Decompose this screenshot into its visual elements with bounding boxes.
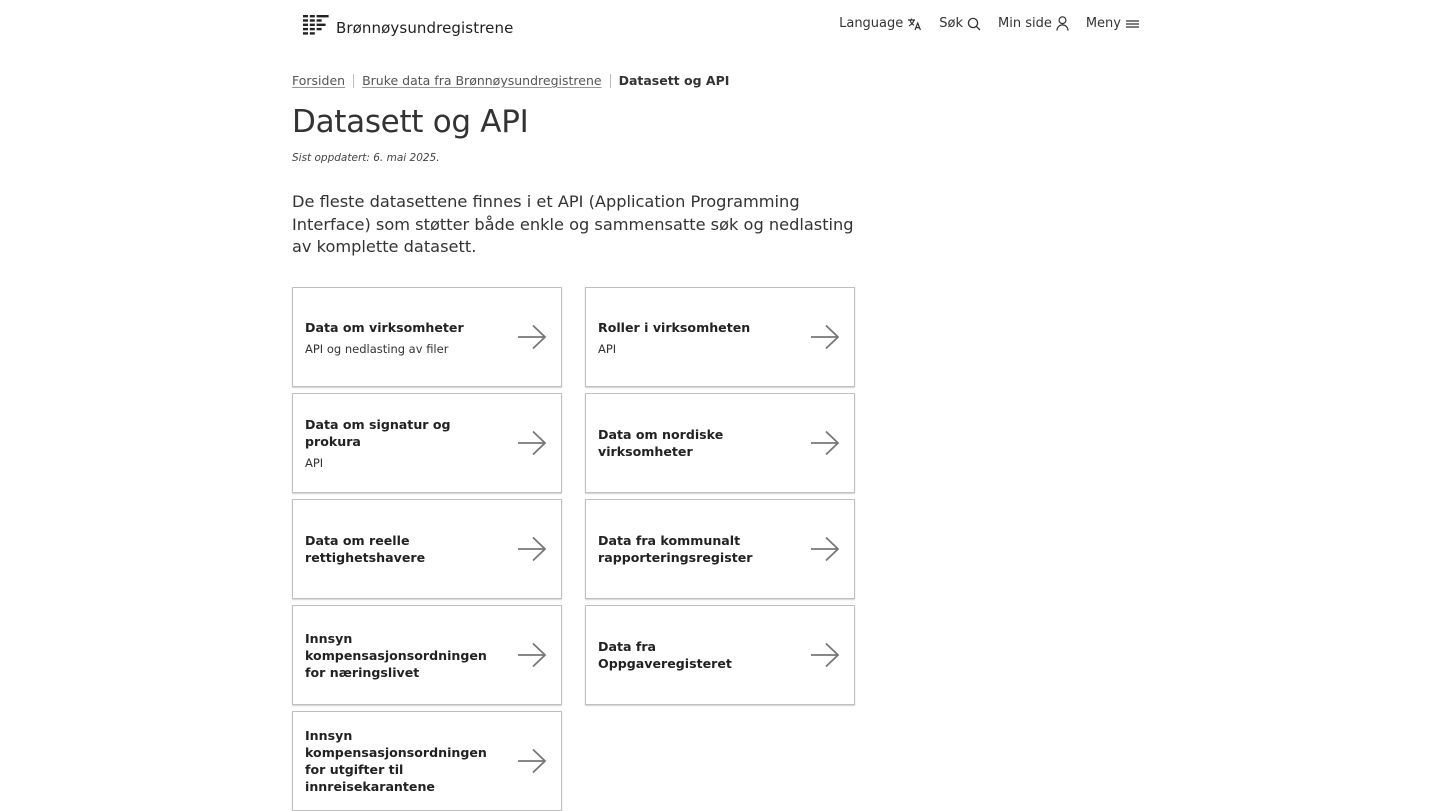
card-innsyn-kompensasjon-innreisekarantene[interactable]: Innsyn kompensasjonsordningen for utgift…: [292, 711, 562, 811]
arrow-right-icon: [518, 536, 547, 562]
hamburger-menu-icon: [1126, 19, 1139, 28]
breadcrumb-separator: [353, 73, 355, 88]
arrow-right-icon: [518, 324, 547, 350]
card-signatur-og-prokura[interactable]: Data om signatur og prokura API: [292, 393, 562, 493]
intro-text: De fleste datasettene finnes i et API (A…: [292, 192, 854, 256]
card-subtitle: API og nedlasting av filer: [305, 341, 449, 356]
card-subtitle: API: [598, 341, 617, 356]
last-updated: Sist oppdatert: 6. mai 2025.: [292, 152, 440, 164]
arrow-right-icon: [811, 642, 840, 668]
person-icon: [1056, 16, 1069, 31]
site-header: Brønnøysundregistrene Language Søk Min s…: [0, 0, 1440, 56]
card-innsyn-kompensasjon-naeringslivet[interactable]: Innsyn kompensasjonsordningen for næring…: [292, 605, 562, 705]
search-icon: [967, 17, 981, 30]
card-data-om-virksomheter[interactable]: Data om virksomheter API og nedlasting a…: [292, 287, 562, 387]
my-page-label: Min side: [998, 16, 1052, 31]
top-navigation: Language Søk Min side Meny: [839, 16, 1140, 31]
language-label: Language: [839, 16, 904, 31]
site-name: Brønnøysundregistrene: [336, 19, 514, 37]
card-roller-i-virksomheten[interactable]: Roller i virksomheten API: [585, 287, 855, 387]
arrow-right-icon: [518, 642, 547, 668]
breadcrumb-link-home[interactable]: Forsiden: [292, 73, 345, 88]
card-title: Data om signatur og prokura: [305, 417, 451, 449]
card-title: Data fra Oppgaveregisteret: [598, 639, 732, 671]
card-title: Data om reelle rettighetshavere: [305, 533, 426, 565]
card-title: Innsyn kompensasjonsordningen for næring…: [305, 630, 487, 680]
translate-icon: [908, 18, 922, 30]
arrow-right-icon: [811, 324, 840, 350]
arrow-right-icon: [811, 430, 840, 456]
search-label: Søk: [939, 16, 963, 31]
card-reelle-rettighetshavere[interactable]: Data om reelle rettighetshavere: [292, 499, 562, 599]
page-title: Datasett og API: [292, 104, 529, 140]
card-title: Roller i virksomheten: [598, 319, 751, 335]
breadcrumb-current: Datasett og API: [618, 73, 730, 88]
card-nordiske-virksomheter[interactable]: Data om nordiske virksomheter: [585, 393, 855, 493]
arrow-right-icon: [518, 430, 547, 456]
breadcrumb: Forsiden Bruke data fra Brønnøysundregis…: [292, 73, 729, 88]
card-title: Data om virksomheter: [305, 319, 464, 335]
brreg-logo-icon: [303, 15, 329, 35]
menu-button[interactable]: Meny: [1086, 16, 1140, 31]
card-title: Data om nordiske virksomheter: [598, 427, 724, 459]
search-button[interactable]: Søk: [939, 16, 981, 31]
menu-label: Meny: [1085, 16, 1121, 31]
my-page-button[interactable]: Min side: [998, 16, 1069, 31]
arrow-right-icon: [518, 748, 547, 774]
dataset-card-grid: Data om virksomheter API og nedlasting a…: [292, 287, 855, 811]
breadcrumb-separator: [609, 73, 611, 88]
card-kommunalt-rapporteringsregister[interactable]: Data fra kommunalt rapporteringsregister: [585, 499, 855, 599]
card-oppgaveregisteret[interactable]: Data fra Oppgaveregisteret: [585, 605, 855, 705]
language-button[interactable]: Language: [839, 16, 922, 31]
card-title: Data fra kommunalt rapporteringsregister: [598, 533, 753, 565]
card-subtitle: API: [305, 456, 324, 470]
arrow-right-icon: [811, 536, 840, 562]
card-title: Innsyn kompensasjonsordningen for utgift…: [305, 728, 487, 794]
site-logo[interactable]: Brønnøysundregistrene: [303, 13, 513, 37]
breadcrumb-link-use-data[interactable]: Bruke data fra Brønnøysundregistrene: [362, 73, 601, 88]
